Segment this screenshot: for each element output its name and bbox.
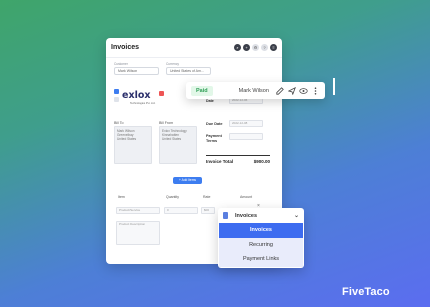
settings-icon[interactable]: ⚙	[252, 44, 259, 51]
payment-terms-label: Payment Terms	[206, 134, 222, 143]
dropdown-title: Invoices	[235, 212, 258, 219]
add-icon[interactable]: +	[243, 44, 250, 51]
description-input[interactable]: Product Description	[116, 221, 160, 245]
chevron-down-icon[interactable]: ⌄	[294, 212, 299, 219]
view-icon[interactable]	[299, 86, 308, 95]
company-logo: exlox	[122, 90, 151, 101]
dropdown-item-invoices[interactable]: Invoices	[219, 223, 303, 238]
dropdown-item-recurring[interactable]: Recurring	[219, 237, 303, 252]
more-icon[interactable]	[311, 86, 320, 95]
remove-logo-icon[interactable]	[159, 91, 164, 96]
send-icon[interactable]	[287, 86, 296, 95]
quantity-input[interactable]: 0	[164, 207, 198, 214]
text-cursor	[333, 78, 335, 95]
currency-select[interactable]: United States of Am...	[166, 67, 211, 75]
customer-label: Customer	[114, 62, 128, 66]
invoice-total-label: Invoice Total	[206, 159, 234, 164]
column-item: Item	[118, 195, 125, 199]
invoice-total-row: Invoice Total $900.00	[206, 155, 270, 164]
help-icon[interactable]: ?	[261, 44, 268, 51]
column-amount: Amount	[240, 195, 253, 199]
menu-icon[interactable]: ≡	[270, 44, 277, 51]
column-rate: Rate	[203, 195, 211, 199]
product-select[interactable]: Product/Service	[116, 207, 160, 214]
customer-name: Mark Wilson	[238, 87, 269, 94]
invoice-total-value: $900.00	[253, 159, 270, 164]
upload-logo-icon[interactable]	[114, 89, 119, 94]
brand-logo: FiveTaco	[342, 286, 390, 298]
due-date-label: Due Date	[206, 122, 223, 126]
search-icon[interactable]: ⌕	[234, 44, 241, 51]
page-title: Invoices	[111, 44, 140, 51]
payment-terms-field[interactable]	[229, 133, 263, 140]
bill-from-label: Bill From	[159, 121, 174, 125]
document-icon	[223, 212, 228, 219]
company-logo-subtitle: Technologies Pvt. Ltd.	[130, 102, 156, 105]
column-quantity: Quantity	[166, 195, 180, 199]
edit-icon[interactable]	[275, 86, 284, 95]
bill-to-label: Bill To	[114, 121, 124, 125]
rate-input[interactable]: $00	[201, 207, 215, 214]
add-items-button[interactable]: + Add Items	[173, 177, 202, 184]
bill-to-address[interactable]: Mark Wilson Greenelbay United States	[114, 126, 152, 164]
status-badge: Paid	[191, 85, 213, 96]
bill-from-address[interactable]: Exlox Technology Kinnahatten United Stat…	[159, 126, 197, 164]
date-label: Date	[206, 99, 214, 103]
edit-logo-icon[interactable]	[114, 97, 119, 102]
customer-select[interactable]: Mark Wilson	[114, 67, 159, 75]
due-date-field[interactable]: 2022-12-08	[229, 120, 263, 127]
card-header: Invoices ⌕ + ⚙ ? ≡	[106, 38, 282, 58]
dropdown-item-payment-links[interactable]: Payment Links	[219, 252, 303, 267]
invoice-type-dropdown: Invoices ⌄ Invoices Recurring Payment Li…	[218, 208, 304, 268]
currency-label: Currency	[166, 62, 179, 66]
invoice-toolbar: Paid Mark Wilson	[186, 82, 325, 99]
dropdown-header[interactable]: Invoices ⌄	[218, 208, 304, 223]
